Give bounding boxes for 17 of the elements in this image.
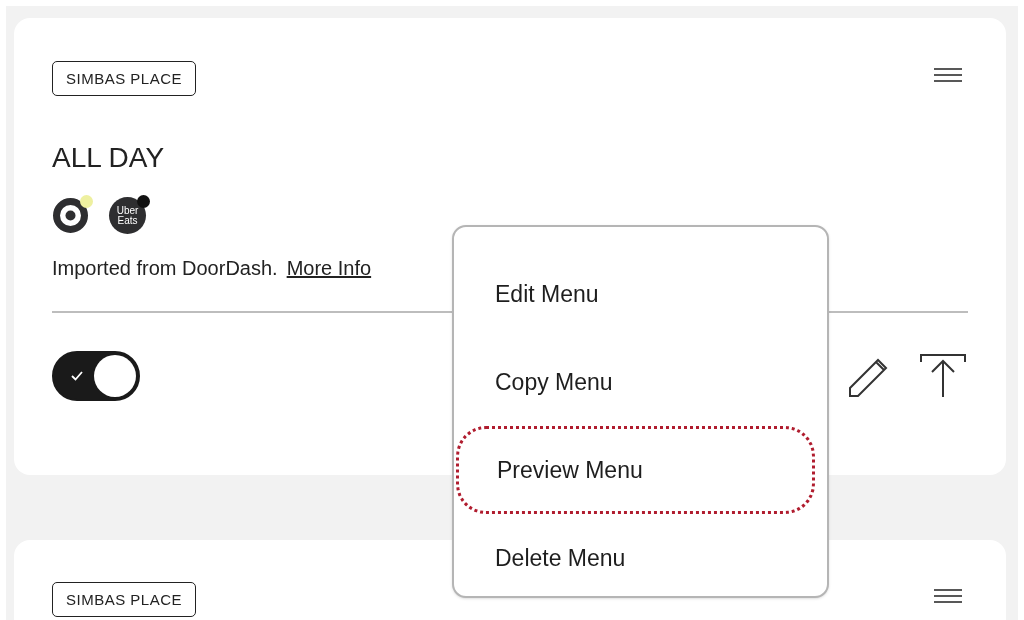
menu-icon[interactable] [933, 68, 963, 82]
location-tag: SIMBAS PLACE [52, 61, 197, 96]
target-logo-icon [52, 197, 89, 234]
menu-item[interactable]: Preview Menu [456, 426, 815, 514]
toggle-switch[interactable] [52, 351, 140, 401]
import-note: Imported from DoorDash. [52, 256, 278, 281]
check-icon [71, 371, 83, 381]
logo-text: Eats [117, 215, 138, 226]
location-tag: SIMBAS PLACE [52, 582, 197, 617]
logo-text: Uber [116, 205, 139, 216]
menu-item[interactable]: Delete Menu [457, 514, 815, 602]
upload-icon[interactable] [920, 354, 966, 398]
menu-item[interactable]: Copy Menu [457, 338, 815, 426]
menu-title: ALL DAY [52, 142, 165, 174]
menu-icon[interactable] [933, 589, 963, 603]
more-info-link[interactable]: More Info [286, 255, 372, 281]
menu-item[interactable]: Edit Menu [457, 250, 815, 338]
